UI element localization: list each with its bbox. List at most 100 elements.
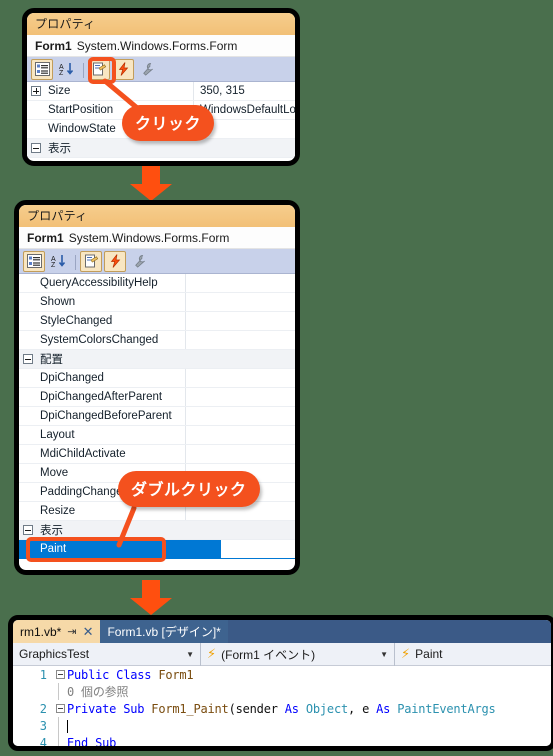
property-value[interactable] [185, 445, 295, 463]
collapse-icon[interactable] [23, 525, 33, 535]
property-value[interactable] [185, 274, 295, 292]
editor-tab-designer[interactable]: Form1.vb [デザイン]* [100, 620, 228, 643]
code-editor-window: rm1.vb* ⇥ ✕ Form1.vb [デザイン]* GraphicsTes… [8, 615, 553, 751]
collapse-icon[interactable] [23, 354, 33, 364]
code-line[interactable]: 0 個の参照 [13, 683, 551, 700]
property-category-row[interactable]: 配置 [19, 350, 295, 369]
property-row[interactable]: DpiChanged [19, 369, 295, 388]
nav-member-dropdown[interactable]: ⚡ Paint [395, 643, 551, 666]
code-fold-icon[interactable] [53, 704, 67, 713]
property-value[interactable] [185, 540, 221, 558]
property-row[interactable]: SystemColorsChanged [19, 331, 295, 350]
nav-object-dropdown[interactable]: ⚡ (Form1 イベント) ▼ [201, 642, 395, 666]
object-name: Form1 [27, 231, 64, 245]
property-name: Layout [40, 429, 75, 441]
callout-double-click: ダブルクリック [118, 471, 260, 507]
property-name: DpiChanged [40, 372, 104, 384]
chevron-down-icon[interactable]: ▼ [380, 650, 388, 659]
properties-grid-step2[interactable]: QueryAccessibilityHelp Shown StyleChanged S… [19, 274, 295, 559]
property-value[interactable] [185, 331, 295, 349]
category-value [185, 521, 295, 539]
code-token: Object [305, 701, 349, 716]
property-value[interactable] [185, 407, 295, 425]
editor-tab-code[interactable]: rm1.vb* ⇥ ✕ [13, 620, 101, 643]
code-text-area[interactable]: 1 Public Class Form1 0 個の参照 2 Private Sub … [13, 666, 551, 750]
properties-title-bar: プロパティ [27, 13, 295, 35]
events-lightning-icon: ⚡ [207, 646, 217, 661]
wrench-icon[interactable] [136, 59, 158, 80]
object-name: Form1 [35, 39, 72, 53]
property-value[interactable] [185, 369, 295, 387]
category-name: 配置 [40, 354, 63, 366]
close-icon[interactable]: ✕ [83, 624, 94, 640]
property-value[interactable] [185, 312, 295, 330]
property-name: MdiChildActivate [40, 448, 126, 460]
property-row[interactable]: StyleChanged [19, 312, 295, 331]
code-token: Public Class [67, 667, 159, 682]
code-text: End Sub [67, 736, 116, 747]
property-value[interactable] [185, 388, 295, 406]
callout-text: ダブルクリック [131, 482, 247, 499]
code-line[interactable]: 2 Private Sub Form1_Paint(sender As Obje… [13, 700, 551, 717]
code-line[interactable]: 4 End Sub [13, 734, 551, 750]
line-number: 1 [39, 667, 47, 682]
editor-navigation-bar: GraphicsTest ▼ ⚡ (Form1 イベント) ▼ ⚡ Paint [13, 642, 551, 666]
chevron-down-icon[interactable]: ▼ [186, 650, 194, 659]
properties-title-text: プロパティ [35, 17, 96, 31]
category-value [193, 139, 295, 157]
code-line[interactable]: 3 [13, 717, 551, 734]
property-name: SystemColorsChanged [40, 334, 159, 346]
code-fold-icon[interactable] [53, 670, 67, 679]
property-row[interactable]: QueryAccessibilityHelp [19, 274, 295, 293]
code-token: PaintEventArgs [397, 701, 496, 716]
properties-object-selector[interactable]: Form1 System.Windows.Forms.Form [27, 35, 295, 57]
category-value [185, 350, 295, 368]
property-name: DpiChangedBeforeParent [40, 410, 172, 422]
property-row[interactable]: DpiChangedAfterParent [19, 388, 295, 407]
property-row[interactable]: MdiChildActivate [19, 445, 295, 464]
editor-tab-label: Form1.vb [デザイン]* [107, 625, 221, 639]
code-text [67, 719, 68, 733]
object-class: System.Windows.Forms.Form [76, 39, 238, 53]
property-row[interactable]: Layout [19, 426, 295, 445]
object-class: System.Windows.Forms.Form [68, 231, 230, 245]
nav-object-label: (Form1 イベント) [221, 647, 316, 662]
toolbar-separator [71, 251, 78, 272]
property-value[interactable] [185, 293, 295, 311]
code-fold-icon[interactable] [53, 683, 67, 700]
nav-project-label: GraphicsTest [19, 647, 90, 661]
property-row[interactable]: DpiChangedBeforeParent [19, 407, 295, 426]
property-row[interactable]: Shown [19, 293, 295, 312]
screenshot-root: プロパティ Form1 System.Windows.Forms.Form A … [0, 0, 553, 756]
collapse-icon[interactable] [31, 143, 41, 153]
code-text: Private Sub Form1_Paint(sender As Object… [67, 702, 496, 716]
editor-tab-strip: rm1.vb* ⇥ ✕ Form1.vb [デザイン]* [13, 620, 551, 643]
property-name: DpiChangedAfterParent [40, 391, 163, 403]
wrench-icon[interactable] [128, 251, 150, 272]
alphabetical-sort-icon[interactable]: A Z [47, 251, 69, 272]
property-category-display[interactable]: 表示 [27, 139, 295, 158]
events-lightning-icon[interactable] [104, 250, 126, 272]
code-token: (sender [228, 701, 285, 716]
line-number: 4 [39, 735, 47, 750]
property-value[interactable] [185, 426, 295, 444]
property-name: Shown [40, 296, 76, 308]
code-token: As [376, 701, 398, 716]
category-name: 表示 [40, 525, 63, 537]
alphabetical-sort-icon[interactable]: A Z [55, 59, 77, 80]
line-number: 2 [39, 701, 47, 716]
categorized-view-icon[interactable] [31, 58, 53, 80]
code-line[interactable]: 1 Public Class Form1 [13, 666, 551, 683]
properties-object-selector[interactable]: Form1 System.Windows.Forms.Form [19, 227, 295, 249]
property-value[interactable]: 350, 315 [193, 82, 295, 100]
callout-leader-line-2 [116, 505, 137, 548]
properties-page-icon[interactable] [80, 250, 102, 272]
code-fold-icon[interactable] [53, 717, 67, 734]
properties-title-bar: プロパティ [19, 205, 295, 227]
categorized-view-icon[interactable] [23, 250, 45, 272]
expand-icon[interactable] [31, 86, 41, 96]
code-token: 0 個の参照 [67, 685, 129, 699]
code-fold-icon[interactable] [53, 734, 67, 746]
pin-icon[interactable]: ⇥ [67, 625, 76, 638]
nav-project-dropdown[interactable]: GraphicsTest ▼ [13, 642, 201, 666]
